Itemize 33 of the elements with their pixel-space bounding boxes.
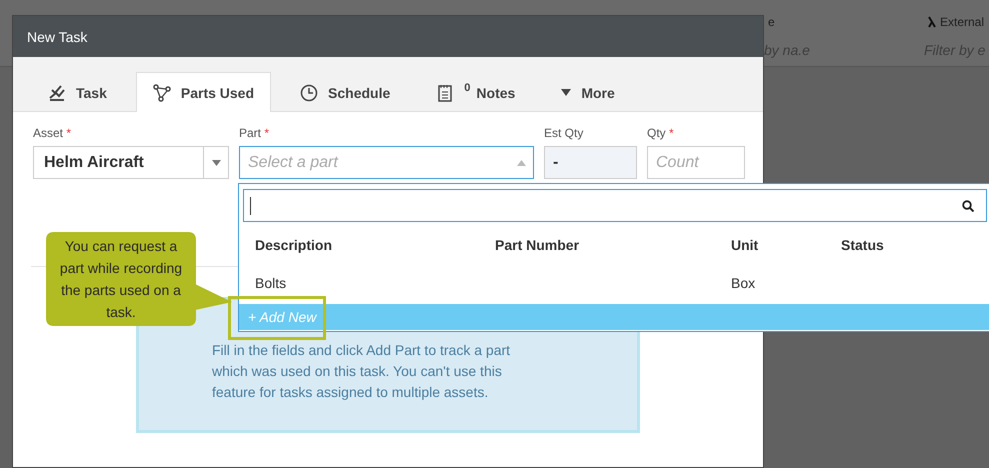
- field-label: Asset *: [33, 126, 72, 140]
- tab[interactable]: 0 Notes: [419, 72, 532, 112]
- tooltip-text: You can request a part while recording the parts used on a task.: [58, 237, 184, 322]
- qty-field[interactable]: Count: [647, 146, 745, 179]
- column-header: Status: [841, 237, 884, 253]
- table-cell[interactable]: Bolts: [255, 275, 286, 291]
- part-combo-field[interactable]: Select a part: [239, 146, 534, 179]
- search-field[interactable]: [243, 189, 987, 222]
- search-icon: [962, 200, 974, 212]
- notepad-icon: [436, 84, 454, 102]
- caret-icon: [561, 89, 572, 96]
- caret-icon: [212, 160, 220, 166]
- tab[interactable]: Schedule: [283, 72, 408, 112]
- tab[interactable]: Parts Used: [136, 72, 272, 112]
- table-cell[interactable]: Box: [731, 275, 756, 291]
- tab[interactable]: Task: [31, 72, 124, 112]
- column-header: Description: [255, 237, 332, 253]
- chart-check-icon: [48, 84, 66, 102]
- info-text: Fill in the fields and click Add Part to track a part which was used on this task. You can't use this feature for tasks assigned to multiple assets.: [212, 342, 510, 400]
- asset-select[interactable]: Helm Aircraft: [33, 146, 229, 179]
- dialog-title: New Task: [27, 28, 88, 44]
- column-header: e: [768, 14, 775, 28]
- nodes-icon: [152, 84, 171, 102]
- column-header: Part Number: [495, 237, 580, 253]
- column-header: External: [940, 14, 984, 28]
- tab[interactable]: More: [544, 72, 632, 112]
- field-label: Qty *: [647, 126, 675, 140]
- caret-icon: [517, 160, 526, 166]
- field-label: Part *: [239, 126, 270, 140]
- field-label: Est Qty: [544, 126, 584, 140]
- est-qty-field: -: [544, 146, 637, 179]
- clock-icon: [300, 84, 318, 102]
- column-header: Unit: [731, 237, 758, 253]
